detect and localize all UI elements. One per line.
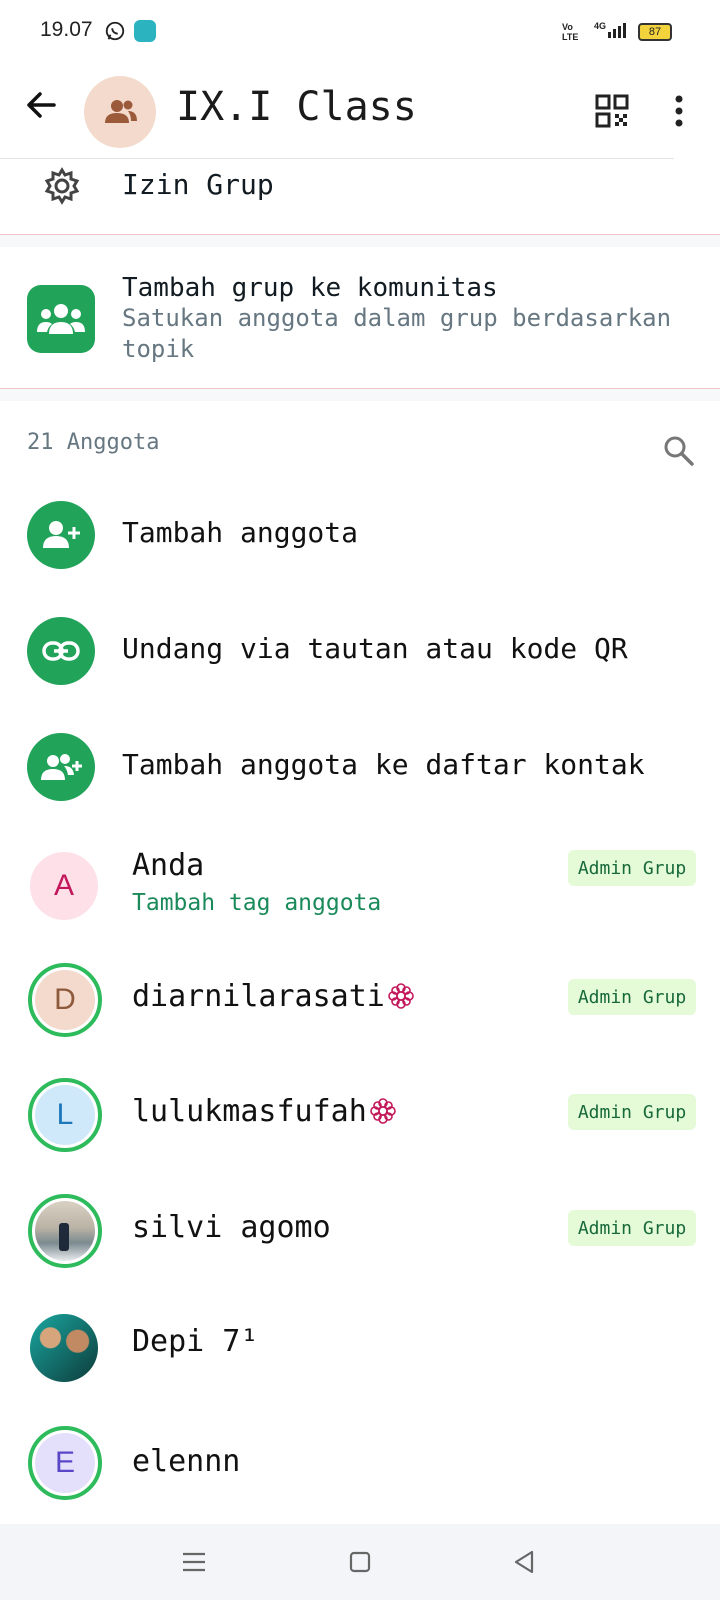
avatar: L bbox=[28, 1078, 102, 1152]
qr-code-button[interactable] bbox=[595, 94, 629, 128]
avatar-initial: D bbox=[35, 970, 95, 1030]
more-options-button[interactable] bbox=[672, 94, 686, 128]
add-member-icon[interactable] bbox=[27, 501, 95, 569]
header-divider bbox=[0, 158, 674, 159]
admin-badge: Admin Grup bbox=[568, 1094, 696, 1130]
member-name-text: diarnilarasati bbox=[132, 979, 385, 1014]
invite-via-link-button[interactable]: Undang via tautan atau kode QR bbox=[122, 632, 628, 665]
group-permissions-item[interactable]: Izin Grup bbox=[122, 168, 274, 201]
invite-link-icon[interactable] bbox=[27, 617, 95, 685]
system-nav-bar bbox=[0, 1524, 720, 1600]
admin-badge: Admin Grup bbox=[568, 1210, 696, 1246]
back-nav-button[interactable] bbox=[508, 1546, 540, 1578]
chat-app-icon bbox=[134, 20, 156, 42]
member-name: diarnilarasati bbox=[132, 979, 415, 1014]
member-name: lulukmasfufah bbox=[132, 1094, 397, 1129]
member-row[interactable]: Depi 7¹ bbox=[0, 1300, 720, 1400]
member-name: Depi 7¹ bbox=[132, 1324, 259, 1359]
system-status: Vo LTE 4G 87 bbox=[562, 20, 672, 43]
profile-photo bbox=[35, 1201, 95, 1261]
home-button[interactable] bbox=[344, 1546, 376, 1578]
avatar-initial: E bbox=[35, 1433, 95, 1493]
add-member-tag-link[interactable]: Tambah tag anggota bbox=[132, 890, 381, 916]
add-contacts-icon bbox=[41, 754, 82, 780]
recent-apps-button[interactable] bbox=[178, 1546, 210, 1578]
community-icon[interactable] bbox=[27, 285, 95, 353]
avatar: D bbox=[28, 963, 102, 1037]
avatar bbox=[28, 1194, 102, 1268]
link-icon bbox=[42, 641, 80, 661]
member-row[interactable]: A Anda Tambah tag anggota Admin Grup bbox=[0, 838, 720, 938]
member-row[interactable]: silvi agomo Admin Grup bbox=[0, 1186, 720, 1286]
section-divider bbox=[0, 388, 720, 401]
status-time: 19.07 bbox=[40, 18, 93, 41]
menu-icon bbox=[183, 1552, 205, 1572]
member-row[interactable]: D diarnilarasati Admin Grup bbox=[0, 955, 720, 1055]
add-to-contacts-icon[interactable] bbox=[27, 733, 95, 801]
gear-icon bbox=[42, 166, 82, 206]
search-members-button[interactable] bbox=[662, 434, 694, 466]
avatar: E bbox=[28, 1426, 102, 1500]
avatar: A bbox=[30, 852, 98, 920]
avatar bbox=[30, 1314, 98, 1382]
section-divider bbox=[0, 234, 720, 247]
add-member-button[interactable]: Tambah anggota bbox=[122, 516, 358, 549]
admin-badge: Admin Grup bbox=[568, 850, 696, 886]
add-to-community-title[interactable]: Tambah grup ke komunitas bbox=[122, 273, 498, 303]
flower-emoji-icon bbox=[388, 983, 414, 1009]
square-icon bbox=[349, 1551, 371, 1573]
member-name: silvi agomo bbox=[132, 1210, 331, 1245]
add-person-icon bbox=[43, 521, 80, 548]
admin-badge: Admin Grup bbox=[568, 979, 696, 1015]
more-vert-icon bbox=[675, 95, 683, 127]
svg-text:4G: 4G bbox=[594, 21, 606, 31]
member-row[interactable]: E elennn bbox=[0, 1416, 720, 1516]
group-avatar[interactable] bbox=[84, 76, 156, 148]
volte-indicator: Vo LTE bbox=[562, 21, 579, 42]
add-to-contacts-button[interactable]: Tambah anggota ke daftar kontak bbox=[122, 748, 645, 781]
member-name: elennn bbox=[132, 1444, 241, 1479]
member-name-text: lulukmasfufah bbox=[132, 1094, 367, 1129]
member-row[interactable]: L lulukmasfufah Admin Grup bbox=[0, 1070, 720, 1170]
search-icon bbox=[664, 436, 694, 466]
members-count: 21 Anggota bbox=[27, 430, 160, 455]
member-name: Anda bbox=[132, 848, 205, 883]
flower-emoji-icon bbox=[370, 1098, 396, 1124]
avatar-initial: A bbox=[53, 869, 74, 902]
battery-indicator: 87 bbox=[638, 22, 672, 41]
qr-code-icon bbox=[595, 94, 629, 128]
group-icon bbox=[105, 100, 137, 123]
add-to-community-subtitle: Satukan anggota dalam grup berdasarkan t… bbox=[122, 304, 672, 363]
notification-icons bbox=[104, 20, 156, 46]
arrow-left-icon bbox=[27, 92, 56, 118]
whatsapp-icon bbox=[104, 20, 126, 46]
triangle-back-icon bbox=[514, 1550, 534, 1574]
avatar-initial: L bbox=[35, 1085, 95, 1145]
back-button[interactable] bbox=[24, 88, 58, 122]
group-title[interactable]: IX.I Class bbox=[176, 84, 417, 130]
signal-icon: 4G bbox=[594, 20, 628, 43]
